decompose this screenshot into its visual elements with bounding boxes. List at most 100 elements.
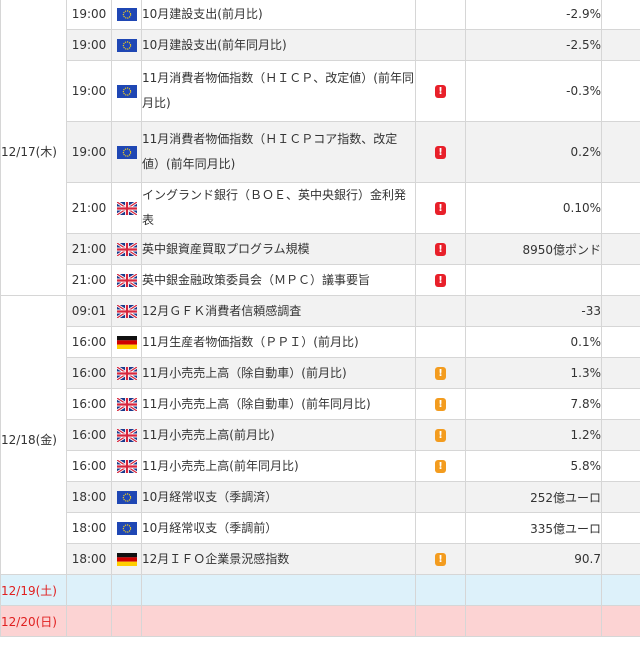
event-time: 19:00: [66, 0, 112, 30]
empty-cell: [415, 605, 466, 637]
eu-flag-icon: [116, 39, 137, 52]
event-row: 19:00 11月消費者物価指数（ＨＩＣＰコア指数、改定値）(前年同月比)! 0.…: [1, 121, 640, 183]
empty-cell: [601, 543, 640, 575]
event-name[interactable]: 11月小売売上高(前年同月比): [141, 450, 416, 482]
event-value: -0.3%: [465, 60, 602, 122]
empty-cell: [601, 326, 640, 358]
empty-cell: [141, 605, 416, 637]
event-name[interactable]: 英中銀金融政策委員会（ＭＰＣ）議事要旨: [141, 264, 416, 296]
event-name[interactable]: 10月経常収支（季調済）: [141, 481, 416, 513]
importance-cell: !: [415, 388, 466, 420]
country-flag-cell: [111, 182, 142, 234]
empty-cell: [601, 29, 640, 61]
event-value: 8950億ポンド: [465, 233, 602, 265]
date-label: 12/17(木): [1, 144, 57, 159]
importance-cell: !: [415, 121, 466, 183]
event-value: 90.7: [465, 543, 602, 575]
country-flag-cell: [111, 326, 142, 358]
event-time: 21:00: [66, 182, 112, 234]
uk-flag-icon: [116, 460, 137, 473]
event-row: 12/17(木) 19:00 10月建設支出(前月比) -2.9%: [0, 0, 640, 296]
event-name[interactable]: 10月経常収支（季調前）: [141, 512, 416, 544]
country-flag-cell: [111, 357, 142, 389]
eu-flag-icon: [116, 8, 137, 21]
event-name[interactable]: 11月消費者物価指数（ＨＩＣＰコア指数、改定値）(前年同月比): [141, 121, 416, 183]
empty-cell: [601, 450, 640, 482]
event-name[interactable]: 11月生産者物価指数（ＰＰＩ）(前月比): [141, 326, 416, 358]
empty-cell: [601, 60, 640, 122]
event-time: 19:00: [66, 121, 112, 183]
country-flag-cell: [111, 0, 142, 30]
event-name[interactable]: 11月消費者物価指数（ＨＩＣＰ、改定値）(前年同月比): [141, 60, 416, 122]
event-time: 21:00: [66, 233, 112, 265]
event-row: 19:00 10月建設支出(前年同月比) -2.5%: [1, 29, 640, 61]
importance-cell: !: [415, 264, 466, 296]
event-name[interactable]: 英中銀資産買取プログラム規模: [141, 233, 416, 265]
importance-high-icon: !: [435, 274, 446, 287]
importance-cell: [415, 512, 466, 544]
importance-cell: !: [415, 357, 466, 389]
date-cell: 12/20(日): [0, 605, 67, 637]
uk-flag-icon: [116, 367, 137, 380]
uk-flag-icon: [116, 305, 137, 318]
empty-cell: [66, 605, 112, 637]
event-value: 0.2%: [465, 121, 602, 183]
empty-cell: [601, 574, 640, 606]
eu-flag-icon: [116, 146, 137, 159]
eu-flag-icon: [116, 522, 137, 535]
event-name[interactable]: 11月小売売上高（除自動車）(前年同月比): [141, 388, 416, 420]
event-row: 16:00 11月小売売上高(前年同月比)! 5.8%: [1, 450, 640, 482]
empty-cell: [601, 419, 640, 451]
importance-high-icon: !: [435, 85, 446, 98]
empty-cell: [601, 0, 640, 30]
event-name[interactable]: 10月建設支出(前月比): [141, 0, 416, 30]
country-flag-cell: [111, 233, 142, 265]
event-value: -2.9%: [465, 0, 602, 30]
event-value: 1.2%: [465, 419, 602, 451]
empty-cell: [601, 264, 640, 296]
event-time: 21:00: [66, 264, 112, 296]
country-flag-cell: [111, 481, 142, 513]
day-row-sun: 12/20(日): [0, 605, 640, 637]
event-name[interactable]: 12月ＧＦＫ消費者信頼感調査: [141, 295, 416, 327]
date-label: 12/18(金): [1, 432, 57, 447]
country-flag-cell: [111, 419, 142, 451]
importance-mid-icon: !: [435, 367, 446, 380]
event-name[interactable]: イングランド銀行（ＢＯＥ、英中央銀行）金利発表: [141, 182, 416, 234]
event-value: [465, 264, 602, 296]
country-flag-cell: [111, 29, 142, 61]
importance-high-icon: !: [435, 243, 446, 256]
importance-cell: [415, 0, 466, 30]
de-flag-icon: [116, 553, 137, 566]
event-time: 16:00: [66, 419, 112, 451]
day-row-sat: 12/19(土): [0, 574, 640, 606]
country-flag-cell: [111, 512, 142, 544]
event-time: 18:00: [66, 512, 112, 544]
event-time: 19:00: [66, 60, 112, 122]
event-name[interactable]: 12月ＩＦＯ企業景況感指数: [141, 543, 416, 575]
event-value: 7.8%: [465, 388, 602, 420]
empty-cell: [601, 121, 640, 183]
event-time: 16:00: [66, 357, 112, 389]
uk-flag-icon: [116, 274, 137, 287]
event-name[interactable]: 11月小売売上高（除自動車）(前月比): [141, 357, 416, 389]
event-time: 09:01: [66, 295, 112, 327]
event-value: -33: [465, 295, 602, 327]
event-row: 18:00 10月経常収支（季調前） 335億ユーロ: [1, 512, 640, 544]
empty-cell: [601, 512, 640, 544]
date-cell: 12/19(土): [0, 574, 67, 606]
empty-cell: [465, 574, 602, 606]
economic-calendar-table: 12/17(木) 19:00 10月建設支出(前月比) -2.9% 19:00 10月…: [0, 0, 640, 637]
event-row: 16:00 11月生産者物価指数（ＰＰＩ）(前月比) 0.1%: [1, 326, 640, 358]
empty-cell: [601, 182, 640, 234]
event-row: 18:00 10月経常収支（季調済） 252億ユーロ: [1, 481, 640, 513]
event-name[interactable]: 10月建設支出(前年同月比): [141, 29, 416, 61]
event-row: 16:00 11月小売売上高(前月比)! 1.2%: [1, 419, 640, 451]
importance-cell: !: [415, 182, 466, 234]
de-flag-icon: [116, 336, 137, 349]
empty-cell: [601, 388, 640, 420]
event-name[interactable]: 11月小売売上高(前月比): [141, 419, 416, 451]
event-time: 19:00: [66, 29, 112, 61]
importance-cell: !: [415, 450, 466, 482]
importance-cell: [415, 481, 466, 513]
